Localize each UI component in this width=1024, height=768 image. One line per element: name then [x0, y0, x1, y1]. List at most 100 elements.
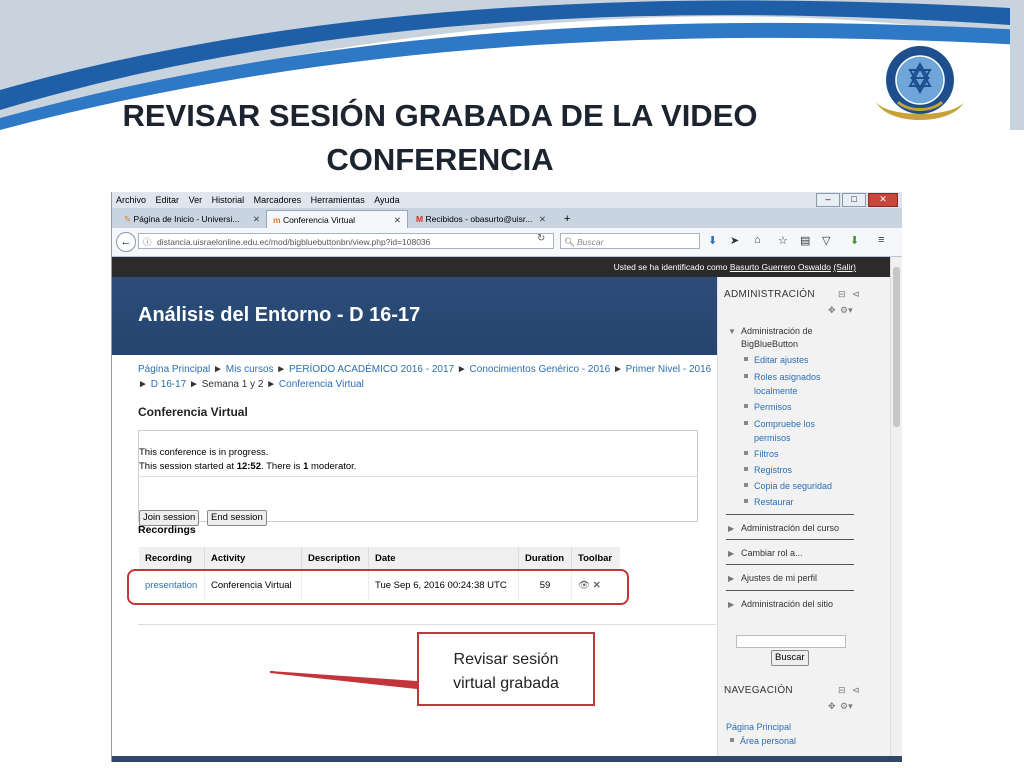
breadcrumb-home[interactable]: Página Principal — [138, 364, 210, 375]
breadcrumb-separator: ► — [273, 364, 289, 375]
breadcrumb-primer-nivel[interactable]: Primer Nivel - 2016 — [626, 364, 712, 375]
tab-conferencia-virtual[interactable]: m Conferencia Virtual ✕ — [266, 210, 408, 228]
status-line-2: This session started at 12:52. There is … — [139, 461, 357, 472]
tab-pagina-inicio[interactable]: ✎ Página de Inicio - Universi... ✕ — [118, 210, 266, 228]
reload-icon[interactable]: ↻ — [537, 233, 545, 244]
change-role-item[interactable]: Cambiar rol a... — [741, 547, 803, 560]
bullet-icon — [744, 374, 748, 378]
roles-link-line2[interactable]: localmente — [754, 385, 798, 398]
slide-title-line2: CONFERENCIA — [326, 142, 554, 177]
breadcrumb-periodo[interactable]: PERÍODO ACADÉMICO 2016 - 2017 — [289, 364, 454, 375]
minimize-button[interactable]: – — [816, 193, 840, 207]
tab-recibidos[interactable]: M Recibidos - obasurto@uisr... ✕ — [410, 210, 552, 228]
gmail-icon: M — [416, 214, 424, 224]
bullet-icon — [744, 467, 748, 471]
scrollbar-thumb[interactable] — [893, 267, 900, 427]
slide-title-line1: REVISAR SESIÓN GRABADA DE LA VIDEO — [122, 98, 758, 133]
university-logo — [876, 46, 964, 120]
divider — [726, 514, 854, 515]
logout-link[interactable]: (Salir) — [833, 262, 856, 272]
menu-herramientas[interactable]: Herramientas — [311, 195, 365, 205]
bullet-icon — [730, 738, 734, 742]
table-header-row: Recording Activity Description Date Dura… — [139, 547, 620, 570]
check-permissions-line2[interactable]: permisos — [754, 432, 791, 445]
site-admin-item[interactable]: Administración del sitio — [741, 598, 833, 611]
breadcrumb-conferencia[interactable]: Conferencia Virtual — [279, 379, 364, 390]
menu-ayuda[interactable]: Ayuda — [374, 195, 399, 205]
breadcrumb-semana[interactable]: Semana 1 y 2 — [202, 379, 264, 390]
nav-personal-link[interactable]: Área personal — [740, 735, 796, 748]
collapse-icon[interactable]: ⊟ — [838, 685, 846, 696]
edit-settings-link[interactable]: Editar ajustes — [754, 354, 809, 367]
permissions-link[interactable]: Permisos — [754, 401, 792, 414]
back-button[interactable]: ← — [116, 232, 136, 252]
callout-line1: Revisar sesión — [453, 651, 559, 668]
admin-block-heading: ADMINISTRACIÓN — [724, 289, 815, 300]
new-tab-button[interactable]: + — [558, 210, 578, 228]
callout-line2: virtual grabada — [453, 675, 559, 692]
dock-icon[interactable]: ⊲ — [852, 685, 860, 696]
move-icon[interactable]: ✥ — [828, 305, 836, 316]
menu-editar[interactable]: Editar — [156, 195, 180, 205]
page-scrollbar[interactable] — [890, 257, 902, 762]
divider — [726, 539, 854, 540]
menu-historial[interactable]: Historial — [212, 195, 245, 205]
logs-link[interactable]: Registros — [754, 464, 792, 477]
menu-marcadores[interactable]: Marcadores — [254, 195, 302, 205]
dock-icon[interactable]: ⊲ — [852, 289, 860, 300]
maximize-button[interactable]: □ — [842, 193, 866, 207]
menu-ver[interactable]: Ver — [189, 195, 203, 205]
col-description: Description — [301, 547, 369, 570]
tab-close-icon[interactable]: ✕ — [539, 210, 546, 228]
search-button[interactable]: Buscar — [771, 650, 809, 666]
end-session-button[interactable]: End session — [207, 510, 267, 526]
hamburger-menu-icon[interactable]: ≡ — [878, 234, 884, 246]
status-line-1: This conference is in progress. — [139, 447, 269, 458]
menu-archivo[interactable]: Archivo — [116, 195, 146, 205]
gear-icon[interactable]: ⚙▾ — [840, 701, 853, 712]
profile-settings-item[interactable]: Ajustes de mi perfil — [741, 572, 817, 585]
nav-home-link[interactable]: Página Principal — [726, 721, 791, 734]
search-placeholder: Buscar — [577, 237, 604, 247]
filters-link[interactable]: Filtros — [754, 448, 779, 461]
breadcrumb-conocimientos[interactable]: Conocimientos Genérico - 2016 — [470, 364, 611, 375]
pocket-icon[interactable]: ▽ — [822, 234, 830, 247]
home-icon[interactable]: ⌂ — [754, 234, 761, 246]
check-permissions-line1[interactable]: Compruebe los — [754, 418, 815, 431]
login-info-bar: Usted se ha identificado como Basurto Gu… — [112, 257, 890, 277]
backup-link[interactable]: Copia de seguridad — [754, 480, 832, 493]
reading-list-icon[interactable]: ▤ — [800, 234, 810, 247]
breadcrumb-course[interactable]: D 16-17 — [151, 379, 187, 390]
tab-close-icon[interactable]: ✕ — [253, 210, 260, 228]
search-box[interactable]: 🔍︎ Buscar — [560, 233, 700, 249]
address-bar[interactable]: ⓘ distancia.uisraelonline.edu.ec/mod/big… — [138, 233, 554, 249]
bullet-icon — [744, 421, 748, 425]
send-icon[interactable]: ➤ — [730, 234, 739, 247]
green-download-icon[interactable]: ⬇ — [850, 234, 859, 247]
tab-close-icon[interactable]: ✕ — [394, 211, 401, 228]
expanded-arrow-icon: ▼ — [728, 327, 736, 336]
bullet-icon — [744, 451, 748, 455]
bbb-admin-line2[interactable]: BigBlueButton — [741, 338, 798, 351]
collapse-icon[interactable]: ⊟ — [838, 289, 846, 300]
user-link[interactable]: Basurto Guerrero Oswaldo — [730, 262, 831, 272]
download-icon[interactable]: ⬇ — [708, 234, 717, 247]
col-date: Date — [368, 547, 519, 570]
bullet-icon — [744, 499, 748, 503]
col-toolbar: Toolbar — [571, 547, 620, 570]
breadcrumb-mis-cursos[interactable]: Mis cursos — [226, 364, 274, 375]
breadcrumb-separator: ► — [263, 379, 279, 390]
admin-search-input[interactable] — [736, 635, 846, 648]
bookmark-star-icon[interactable]: ☆ — [778, 234, 788, 247]
restore-link[interactable]: Restaurar — [754, 496, 794, 509]
course-admin-item[interactable]: Administración del curso — [741, 522, 839, 535]
bullet-icon — [744, 357, 748, 361]
close-window-button[interactable]: ✕ — [868, 193, 898, 207]
navigation-bar: ← ⓘ distancia.uisraelonline.edu.ec/mod/b… — [112, 228, 902, 257]
roles-link-line1[interactable]: Roles asignados — [754, 371, 821, 384]
nav-block-heading: NAVEGACIÓN — [724, 685, 793, 696]
move-icon[interactable]: ✥ — [828, 701, 836, 712]
breadcrumb-separator: ► — [186, 379, 202, 390]
gear-icon[interactable]: ⚙▾ — [840, 305, 853, 316]
bbb-admin-line1[interactable]: Administración de — [741, 325, 813, 338]
